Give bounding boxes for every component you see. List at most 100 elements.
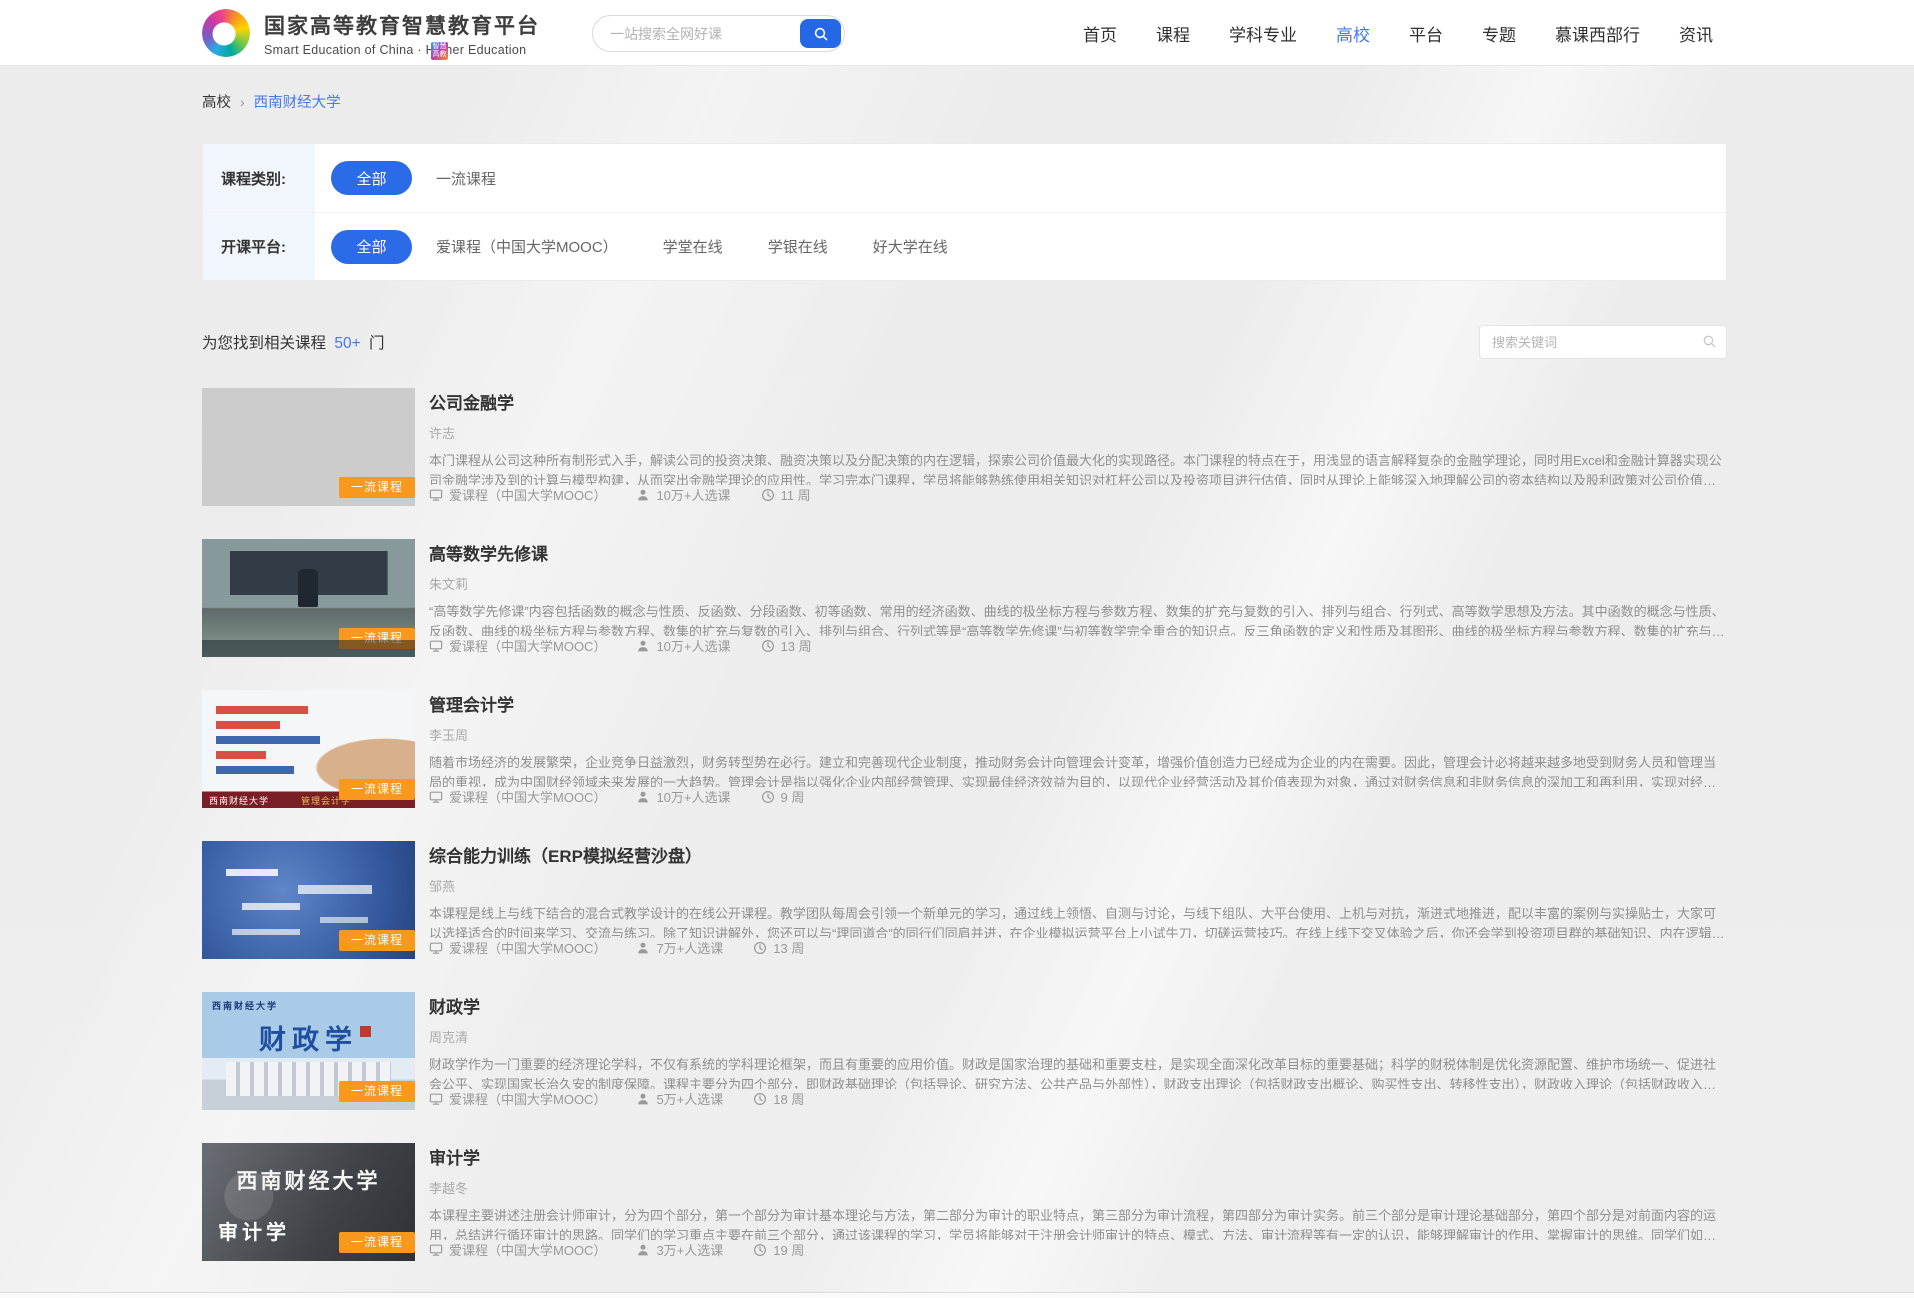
breadcrumb: 高校 › 西南财经大学 <box>202 91 1727 112</box>
course-teacher: 许志 <box>429 426 456 441</box>
filter-label-category: 课程类别: <box>203 144 315 212</box>
search-icon[interactable] <box>1702 334 1717 349</box>
first-class-course-badge: 一流课程 <box>338 779 415 800</box>
results-summary: 为您找到相关课程 50+ 门 <box>202 331 384 353</box>
first-class-course-badge: 一流课程 <box>338 1232 415 1253</box>
course-meta: 爱课程（中国大学MOOC） 10万+人选课 13 周 <box>429 636 1727 657</box>
results-count: 50+ <box>334 335 361 352</box>
course-title[interactable]: 审计学 <box>429 1144 1727 1169</box>
course-description: 本课程是线上与线下结合的混合式教学设计的在线公开课程。教学团队每周会引领一个新单… <box>429 906 1725 938</box>
course-list: 一流课程 公司金融学 许志 本门课程从公司这种所有制形式入手，解读公司的投资决策… <box>202 388 1727 1261</box>
nav-item-home[interactable]: 首页 <box>1083 21 1117 46</box>
monitor-icon <box>429 1093 443 1105</box>
course-enrollment: 10万+人选课 <box>636 787 731 806</box>
course-platform: 爱课程（中国大学MOOC） <box>429 1240 606 1259</box>
course-meta: 爱课程（中国大学MOOC） 5万+人选课 18 周 <box>429 1089 1727 1110</box>
filter-label-platform: 开课平台: <box>203 213 315 280</box>
course-info: 审计学 李越冬 本课程主要讲述注册会计师审计，分为四个部分，第一个部分为审计基本… <box>429 1143 1727 1261</box>
site-title: 国家高等教育智慧教育平台 <box>264 14 540 38</box>
platform-logo[interactable]: 智慧高教 国家高等教育智慧教育平台 Smart Education of Chi… <box>202 9 540 60</box>
global-search-button[interactable] <box>800 19 841 48</box>
course-platform: 爱课程（中国大学MOOC） <box>429 485 606 504</box>
person-icon <box>638 1244 649 1255</box>
clock-icon <box>754 941 767 954</box>
nav-item-universities[interactable]: 高校 <box>1336 21 1370 46</box>
clock-icon <box>761 790 774 803</box>
logo-swirl-icon <box>202 9 250 57</box>
nav-item-mooc-west[interactable]: 慕课西部行 <box>1555 21 1640 46</box>
course-enrollment: 10万+人选课 <box>636 485 731 504</box>
filter-category-first-class[interactable]: 一流课程 <box>436 168 496 189</box>
logo-mark-text: 智慧高教 <box>431 42 448 60</box>
course-description: 随着市场经济的发展繁荣，企业竞争日益激烈，财务转型势在必行。建立和完善现代企业制… <box>429 755 1717 787</box>
thumbnail-text-primary: 西南财经大学 <box>209 796 270 806</box>
nav-item-courses[interactable]: 课程 <box>1156 21 1190 46</box>
course-title[interactable]: 财政学 <box>429 993 1727 1018</box>
page: 智慧高教 国家高等教育智慧教育平台 Smart Education of Chi… <box>0 0 1914 1298</box>
course-title[interactable]: 高等数学先修课 <box>429 540 1727 565</box>
monitor-icon <box>429 1244 443 1256</box>
course-info: 财政学 周克清 财政学作为一门重要的经济理论学科，不仅有系统的学科理论框架，而且… <box>429 992 1727 1110</box>
search-icon <box>814 27 827 40</box>
course-platform: 爱课程（中国大学MOOC） <box>429 636 606 655</box>
course-meta: 爱课程（中国大学MOOC） 10万+人选课 9 周 <box>429 787 1727 808</box>
person-icon <box>638 942 649 953</box>
course-enrollment: 5万+人选课 <box>636 1089 723 1108</box>
course-enrollment: 10万+人选课 <box>636 636 731 655</box>
first-class-course-badge: 一流课程 <box>338 477 415 498</box>
global-search-box <box>592 15 845 52</box>
filter-platform-haodaxue[interactable]: 好大学在线 <box>873 236 948 257</box>
course-thumbnail[interactable]: 西南财经大学 审计学 一流课程 <box>202 1143 415 1261</box>
filter-platform-xuetang[interactable]: 学堂在线 <box>663 236 723 257</box>
thumbnail-text-secondary: 财政学 <box>259 1025 358 1055</box>
filter-platform-xueyin[interactable]: 学银在线 <box>768 236 828 257</box>
course-duration: 13 周 <box>753 938 804 957</box>
course-thumbnail[interactable]: 西南财经大学 管理会计学 一流课程 <box>202 690 415 808</box>
site-header: 智慧高教 国家高等教育智慧教育平台 Smart Education of Chi… <box>0 0 1914 66</box>
keyword-search-box <box>1479 325 1727 359</box>
filter-platform-icourse[interactable]: 爱课程（中国大学MOOC） <box>436 236 618 257</box>
nav-item-news[interactable]: 资讯 <box>1679 21 1713 46</box>
course-card: 西南财经大学 审计学 一流课程 审计学 李越冬 本课程主要讲述注册会计师审计，分… <box>202 1143 1727 1261</box>
filter-options-platform: 全部 爱课程（中国大学MOOC） 学堂在线 学银在线 好大学在线 <box>315 213 948 280</box>
course-enrollment: 3万+人选课 <box>636 1240 723 1259</box>
course-description: 财政学作为一门重要的经济理论学科，不仅有系统的学科理论框架，而且有重要的应用价值… <box>429 1057 1717 1089</box>
keyword-search-input[interactable] <box>1479 325 1727 359</box>
filter-category-all-button[interactable]: 全部 <box>331 161 412 195</box>
thumbnail-text-primary: 西南财经大学 <box>236 1170 381 1193</box>
course-thumbnail[interactable]: 一流课程 <box>202 388 415 506</box>
course-title[interactable]: 综合能力训练（ERP模拟经营沙盘） <box>429 842 1727 867</box>
main-nav: 首页 课程 学科专业 高校 平台 专题 慕课西部行 资讯 <box>1083 0 1713 66</box>
first-class-course-badge: 一流课程 <box>338 930 415 951</box>
course-duration: 9 周 <box>761 787 804 806</box>
course-title[interactable]: 公司金融学 <box>429 389 1727 414</box>
course-card: 一流课程 综合能力训练（ERP模拟经营沙盘） 邹燕 本课程是线上与线下结合的混合… <box>202 841 1727 959</box>
course-card: 西南财经大学 管理会计学 一流课程 管理会计学 李玉周 随着市场经济的发展繁荣，… <box>202 690 1727 808</box>
course-description: “高等数学先修课”内容包括函数的概念与性质、反函数、分段函数、初等函数、常用的经… <box>429 604 1725 636</box>
filter-row-category: 课程类别: 全部 一流课程 <box>203 144 1726 212</box>
course-duration: 13 周 <box>761 636 812 655</box>
course-duration: 19 周 <box>753 1240 804 1259</box>
course-meta: 爱课程（中国大学MOOC） 3万+人选课 19 周 <box>429 1240 1727 1261</box>
filter-platform-all-button[interactable]: 全部 <box>331 229 412 264</box>
breadcrumb-root[interactable]: 高校 <box>202 91 231 112</box>
chevron-right-icon: › <box>240 93 245 110</box>
clock-icon <box>761 488 774 501</box>
breadcrumb-current[interactable]: 西南财经大学 <box>254 91 341 112</box>
course-thumbnail[interactable]: 西南财经大学 财政学 一流课程 <box>202 992 415 1110</box>
course-thumbnail[interactable]: 一流课程 <box>202 539 415 657</box>
results-bar: 为您找到相关课程 50+ 门 <box>202 325 1727 359</box>
nav-item-disciplines[interactable]: 学科专业 <box>1229 21 1297 46</box>
thumbnail-text-secondary: 审计学 <box>218 1222 290 1244</box>
course-teacher: 朱文莉 <box>429 577 469 592</box>
course-enrollment: 7万+人选课 <box>636 938 723 957</box>
results-suffix: 门 <box>368 335 385 352</box>
nav-item-platforms[interactable]: 平台 <box>1409 21 1443 46</box>
global-search-input[interactable] <box>593 25 800 42</box>
monitor-icon <box>429 640 443 652</box>
course-info: 管理会计学 李玉周 随着市场经济的发展繁荣，企业竞争日益激烈，财务转型势在必行。… <box>429 690 1727 808</box>
nav-item-topics[interactable]: 专题 <box>1482 21 1516 46</box>
person-icon <box>638 640 649 651</box>
course-thumbnail[interactable]: 一流课程 <box>202 841 415 959</box>
course-title[interactable]: 管理会计学 <box>429 691 1727 716</box>
